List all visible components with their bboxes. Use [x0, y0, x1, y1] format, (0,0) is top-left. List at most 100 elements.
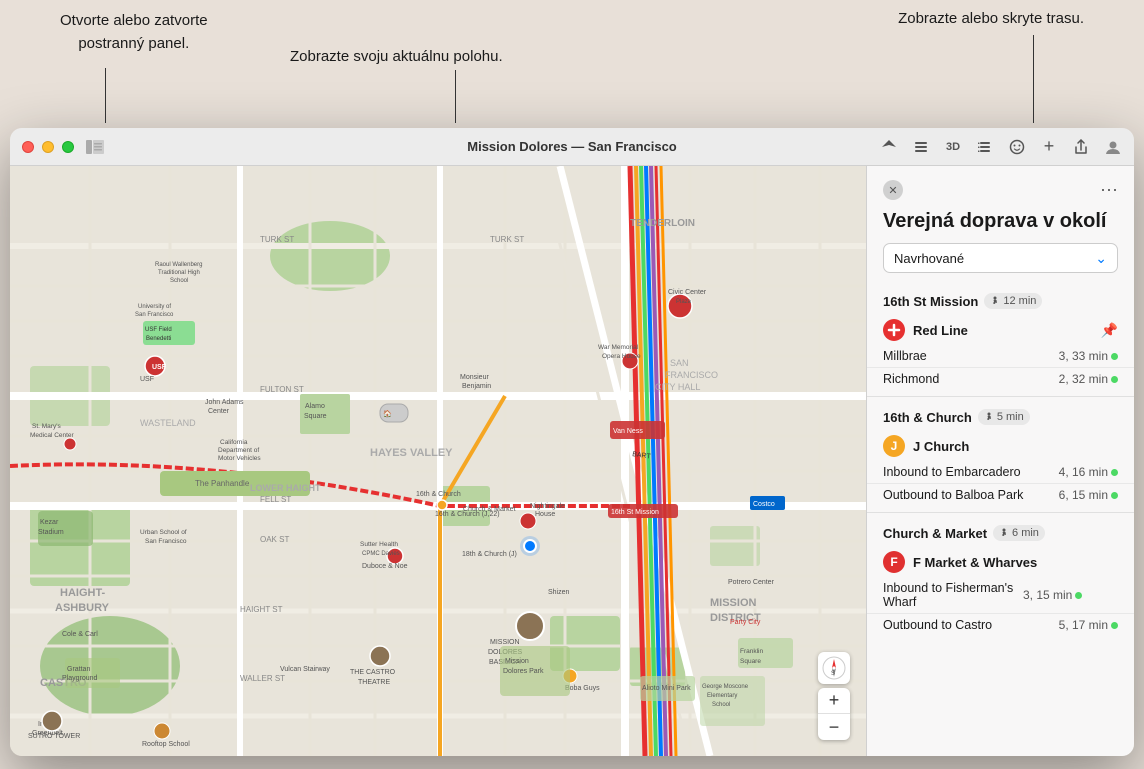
- layers-icon[interactable]: [912, 138, 930, 156]
- route-row[interactable]: Outbound to Balboa Park 6, 15 min: [867, 484, 1134, 506]
- compass-button[interactable]: S: [818, 652, 850, 684]
- svg-text:Alamo: Alamo: [305, 403, 325, 410]
- svg-text:Medical Center: Medical Center: [30, 432, 75, 439]
- line-header-f: F F Market & Wharves: [867, 545, 1134, 577]
- track-icon[interactable]: [976, 138, 994, 156]
- svg-text:Motor Vehicles: Motor Vehicles: [218, 455, 261, 462]
- svg-text:Plaza: Plaza: [676, 299, 692, 305]
- svg-text:16th & Church: 16th & Church: [416, 491, 461, 498]
- svg-text:Playground: Playground: [62, 675, 98, 682]
- svg-text:Raoul Wallenberg: Raoul Wallenberg: [155, 262, 202, 268]
- map-area[interactable]: TURK ST TURK ST FULTON ST FELL ST OAK ST…: [10, 166, 866, 756]
- svg-text:Rooftop School: Rooftop School: [142, 741, 190, 748]
- svg-text:San Francisco: San Francisco: [135, 312, 174, 318]
- panel-filter-dropdown[interactable]: Navrhované ⌄: [883, 243, 1118, 273]
- transit-section-16th-church: 16th & Church 5 min J J Church: [867, 403, 1134, 506]
- realtime-dot: [1111, 353, 1118, 360]
- svg-text:16th St Mission: 16th St Mission: [611, 509, 659, 516]
- svg-text:Potrero Center: Potrero Center: [728, 579, 775, 586]
- minimize-button[interactable]: [42, 141, 54, 153]
- close-button[interactable]: [22, 141, 34, 153]
- user-icon[interactable]: [1104, 138, 1122, 156]
- svg-text:S: S: [831, 671, 835, 677]
- svg-text:School: School: [170, 278, 188, 284]
- route-info: 6, 15 min: [1059, 488, 1118, 502]
- svg-text:TURK ST: TURK ST: [490, 235, 524, 244]
- pin-icon: 📌: [1101, 322, 1118, 339]
- walk-time-badge: 12 min: [984, 293, 1042, 309]
- svg-text:Vulcan Stairway: Vulcan Stairway: [280, 666, 330, 673]
- annotation-area: Otvorte alebo zatvorte postranný panel. …: [0, 0, 1144, 130]
- app-window: Mission Dolores — San Francisco 3D: [10, 128, 1134, 756]
- line-name-f: F Market & Wharves: [913, 555, 1037, 570]
- svg-text:Mission: Mission: [505, 658, 529, 665]
- svg-text:Nightingale: Nightingale: [530, 503, 565, 510]
- realtime-dot: [1111, 469, 1118, 476]
- svg-text:Party City: Party City: [730, 619, 761, 626]
- svg-text:Van Ness: Van Ness: [613, 428, 643, 435]
- svg-text:MISSION: MISSION: [490, 639, 520, 646]
- route-info: 3, 15 min: [1023, 588, 1082, 602]
- route-info: 5, 17 min: [1059, 618, 1118, 632]
- section-name: 16th St Mission: [883, 294, 978, 309]
- svg-text:Square: Square: [740, 658, 761, 665]
- zoom-out-button[interactable]: −: [818, 714, 850, 740]
- section-header-16th-church: 16th & Church 5 min: [867, 403, 1134, 429]
- add-icon[interactable]: +: [1040, 138, 1058, 156]
- annotation-line-center: [455, 70, 456, 123]
- svg-text:Boba Guys: Boba Guys: [565, 685, 600, 692]
- face-icon[interactable]: [1008, 138, 1026, 156]
- svg-text:University of: University of: [138, 304, 171, 310]
- walk-time-badge: 5 min: [978, 409, 1030, 425]
- svg-text:MISSION: MISSION: [710, 597, 757, 609]
- route-row[interactable]: Richmond 2, 32 min: [867, 368, 1134, 390]
- svg-text:ASHBURY: ASHBURY: [55, 602, 110, 614]
- route-destination: Millbrae: [883, 349, 1059, 363]
- annotation-right: Zobrazte alebo skryte trasu.: [898, 10, 1084, 27]
- transit-list: 16th St Mission 12 min: [867, 287, 1134, 756]
- svg-text:Sutter Health: Sutter Health: [360, 541, 398, 548]
- svg-text:HAYES VALLEY: HAYES VALLEY: [370, 447, 453, 459]
- route-row[interactable]: Inbound to Embarcadero 4, 16 min: [867, 461, 1134, 484]
- line-name-j: J Church: [913, 439, 969, 454]
- three-d-button[interactable]: 3D: [944, 138, 962, 156]
- realtime-dot: [1111, 622, 1118, 629]
- panel-menu-button[interactable]: ···: [1100, 180, 1118, 198]
- svg-text:WASTELAND: WASTELAND: [140, 418, 196, 428]
- svg-text:FRANCISCO: FRANCISCO: [665, 370, 718, 380]
- annotation-line-left: [105, 68, 106, 123]
- svg-text:Center: Center: [208, 408, 230, 415]
- svg-text:TURK ST: TURK ST: [260, 235, 294, 244]
- svg-text:Elementary: Elementary: [707, 693, 737, 699]
- dropdown-value: Navrhované: [894, 251, 1095, 266]
- maximize-button[interactable]: [62, 141, 74, 153]
- location-icon[interactable]: [880, 138, 898, 156]
- svg-text:Duboce & Noe: Duboce & Noe: [362, 563, 408, 570]
- svg-text:Kezar: Kezar: [40, 519, 59, 526]
- sidebar-toggle-button[interactable]: [86, 139, 106, 155]
- route-row[interactable]: Outbound to Castro 5, 17 min: [867, 614, 1134, 636]
- route-row[interactable]: Inbound to Fisherman's Wharf 3, 15 min: [867, 577, 1134, 614]
- zoom-controls: + −: [818, 688, 850, 740]
- route-info: 2, 32 min: [1059, 372, 1118, 386]
- svg-text:George Moscone: George Moscone: [702, 684, 749, 690]
- realtime-dot: [1075, 592, 1082, 599]
- svg-text:The Panhandle: The Panhandle: [195, 479, 250, 488]
- svg-text:THEATRE: THEATRE: [358, 679, 390, 686]
- svg-text:Shizen: Shizen: [548, 589, 570, 596]
- svg-text:CITY HALL: CITY HALL: [655, 382, 700, 392]
- svg-text:FELL ST: FELL ST: [260, 495, 291, 504]
- svg-text:Traditional High: Traditional High: [158, 270, 200, 276]
- panel-close-button[interactable]: ✕: [883, 180, 903, 200]
- svg-text:CPMC Davies: CPMC Davies: [362, 551, 400, 557]
- share-icon[interactable]: [1072, 138, 1090, 156]
- svg-text:WALLER ST: WALLER ST: [240, 674, 285, 683]
- zoom-in-button[interactable]: +: [818, 688, 850, 714]
- realtime-dot: [1111, 376, 1118, 383]
- svg-text:LOWER HAIGHT: LOWER HAIGHT: [250, 483, 321, 493]
- route-destination: Richmond: [883, 372, 1059, 386]
- svg-text:SUTRO TOWER: SUTRO TOWER: [28, 733, 80, 740]
- section-header-church-market: Church & Market 6 min: [867, 519, 1134, 545]
- route-row[interactable]: Millbrae 3, 33 min: [867, 345, 1134, 368]
- svg-text:Grattan: Grattan: [67, 666, 90, 673]
